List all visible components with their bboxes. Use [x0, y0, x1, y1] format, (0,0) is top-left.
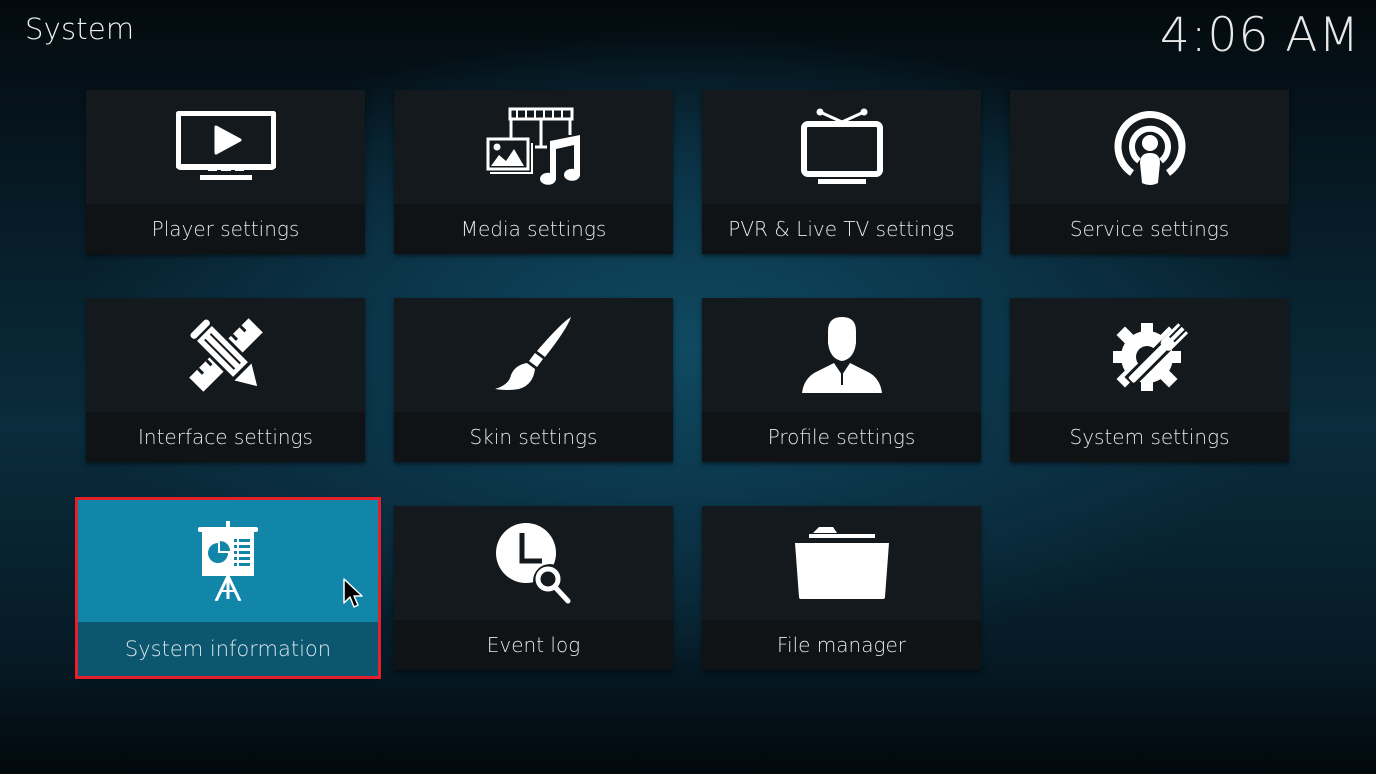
tile-label: Skin settings [469, 425, 598, 449]
tile-player-settings[interactable]: Player settings [86, 90, 365, 254]
tile-label: Interface settings [138, 425, 313, 449]
tile-pvr-live-tv-settings[interactable]: PVR & Live TV settings [702, 90, 981, 254]
clock-search-icon [495, 523, 570, 604]
tile-skin-settings[interactable]: Skin settings [394, 298, 673, 462]
pencil-ruler-icon [188, 318, 263, 392]
gear-wrench-icon [1112, 323, 1188, 391]
tile-label: System information [124, 637, 332, 661]
page-title: System [25, 12, 135, 46]
tv-antenna-icon [800, 108, 883, 184]
tile-label: Service settings [1069, 217, 1230, 241]
tile-media-settings[interactable]: Media settings [394, 90, 673, 254]
tile-system-information[interactable]: System information [78, 500, 378, 676]
tile-label: System settings [1069, 425, 1230, 449]
tile-label: Event log [486, 633, 581, 657]
broadcast-person-icon [1114, 111, 1185, 185]
tile-label: Player settings [151, 217, 300, 241]
clock: 4:06 AM [1159, 8, 1360, 63]
mouse-cursor-icon [343, 578, 363, 608]
folder-icon [794, 527, 889, 599]
tile-interface-settings[interactable]: Interface settings [86, 298, 365, 462]
tile-label: Profile settings [767, 425, 916, 449]
tile-label: Media settings [460, 217, 607, 241]
tile-label: File manager [776, 633, 907, 657]
tile-system-settings[interactable]: System settings [1010, 298, 1289, 462]
tile-file-manager[interactable]: File manager [702, 506, 981, 670]
monitor-play-icon [175, 111, 276, 180]
tile-label: PVR & Live TV settings [728, 217, 955, 241]
paintbrush-icon [494, 317, 571, 390]
tile-service-settings[interactable]: Service settings [1010, 90, 1289, 254]
media-icon [486, 107, 580, 185]
tile-event-log[interactable]: Event log [394, 506, 673, 670]
tile-profile-settings[interactable]: Profile settings [702, 298, 981, 462]
presentation-board-icon [198, 521, 258, 601]
user-profile-icon [801, 317, 882, 393]
